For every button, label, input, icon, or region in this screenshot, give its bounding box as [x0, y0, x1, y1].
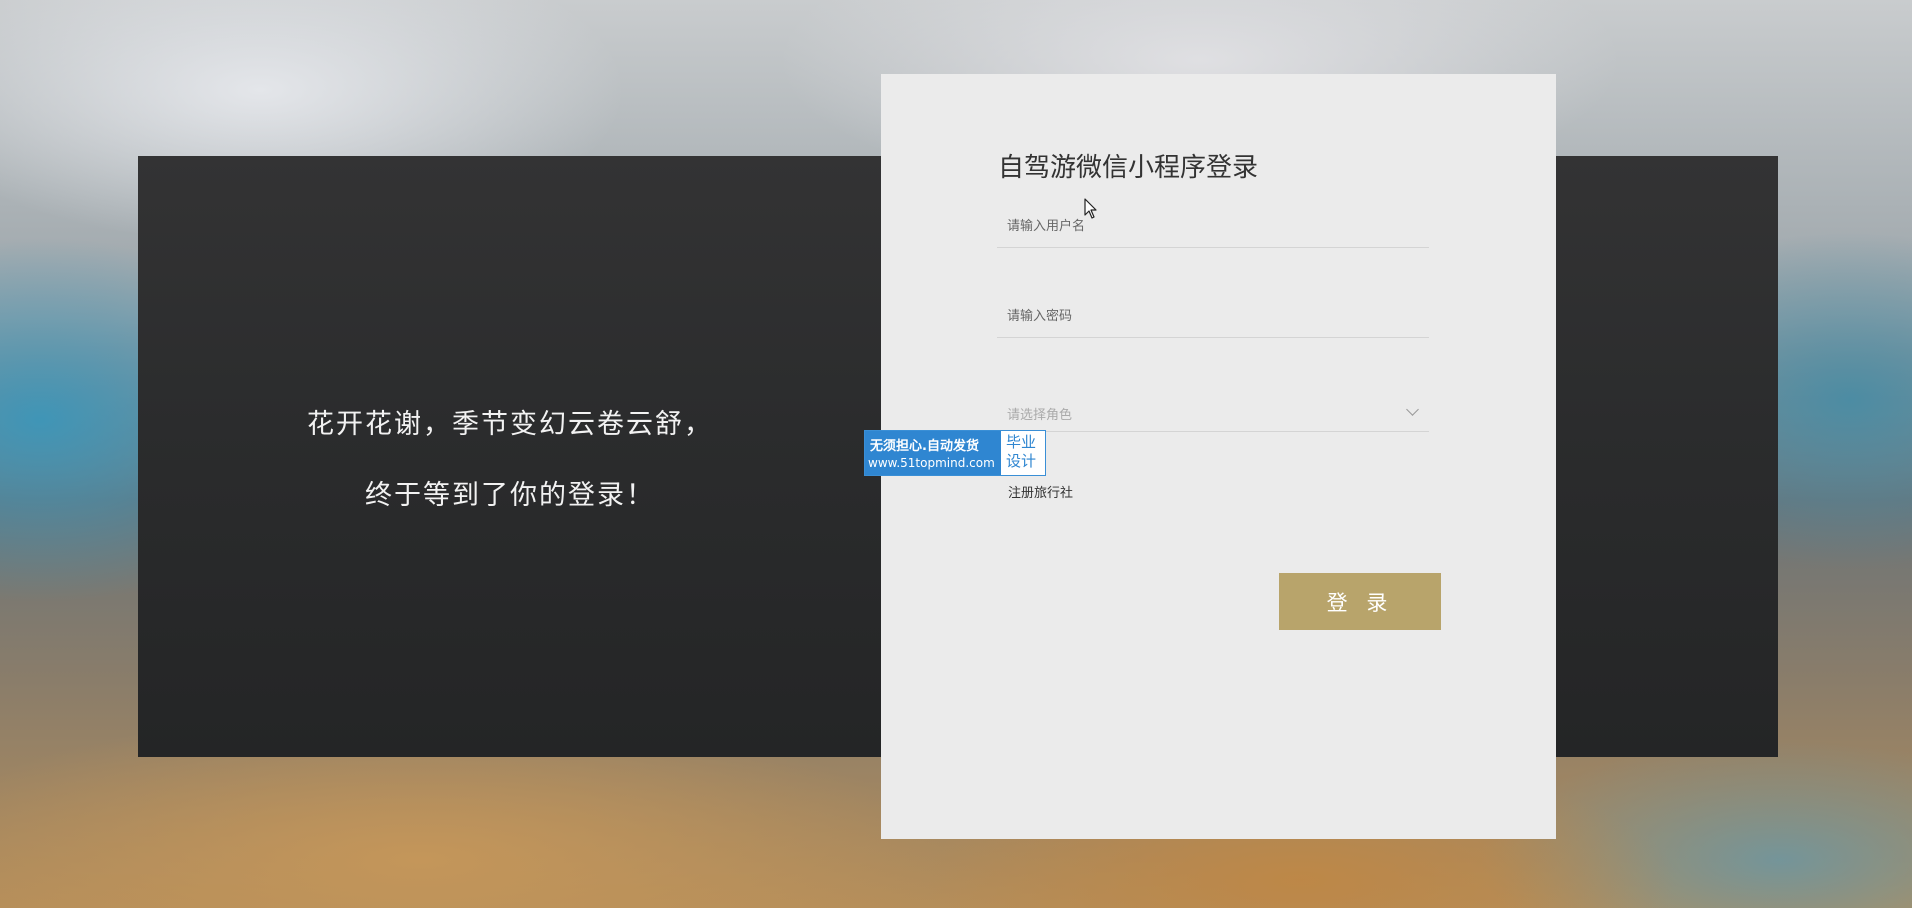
quote-line-1: 花开花谢，季节变幻云卷云舒， [307, 409, 713, 440]
password-field-wrapper [997, 297, 1429, 338]
login-button[interactable]: 登 录 [1279, 573, 1441, 630]
watermark-line-1: 无须担心.自动发货 [870, 439, 979, 454]
watermark-badge: 无须担心.自动发货 www.51topmind.com 毕业设计 [864, 430, 1046, 476]
watermark-badge-text: 毕业设计 [1006, 433, 1037, 470]
password-input[interactable] [997, 297, 1427, 335]
welcome-quote: 花开花谢，季节变幻云卷云舒， 终于等到了你的登录！ [138, 156, 882, 757]
page-title: 自驾游微信小程序登录 [998, 153, 1259, 183]
watermark-line-2: www.51topmind.com [868, 456, 995, 470]
register-agency-link[interactable]: 注册旅行社 [1008, 482, 1073, 501]
role-select-placeholder: 请选择角色 [1007, 408, 1073, 423]
chevron-down-icon [1406, 403, 1419, 416]
watermark-left: 无须担心.自动发货 www.51topmind.com [865, 431, 1001, 475]
role-select[interactable]: 请选择角色 [997, 391, 1429, 432]
quote-line-2: 终于等到了你的登录！ [365, 480, 655, 511]
username-input[interactable] [997, 207, 1427, 245]
mouse-cursor-icon [1084, 198, 1097, 219]
username-field-wrapper [997, 207, 1429, 248]
